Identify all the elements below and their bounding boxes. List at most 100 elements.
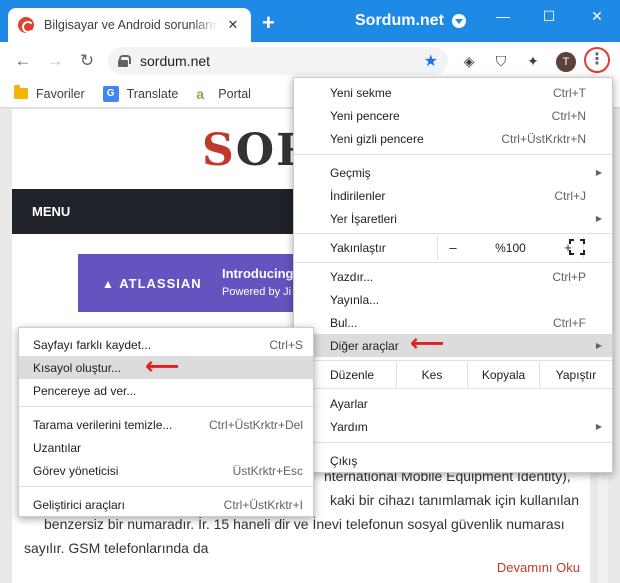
site-menu-label[interactable]: MENU	[32, 204, 70, 219]
bookmark-portal[interactable]: a Portal	[196, 87, 251, 101]
submenu-dev-tools[interactable]: Geliştirici araçları Ctrl+ÜstKrktr+I	[19, 493, 313, 516]
minimize-button[interactable]: —	[488, 8, 518, 24]
menu-label: Geliştirici araçları	[33, 497, 126, 512]
menu-separator	[294, 360, 612, 361]
title-bar: Bilgisayar ve Android sorunlarına çözüm …	[0, 0, 620, 42]
menu-label: Yer İşaretleri	[330, 211, 397, 226]
forward-button[interactable]: →	[44, 50, 66, 72]
new-tab-button[interactable]: +	[262, 12, 275, 34]
menu-find[interactable]: Bul... Ctrl+F	[294, 311, 612, 334]
menu-label: Yazdır...	[330, 269, 374, 284]
read-more-link[interactable]: Devamını Oku	[497, 560, 580, 575]
annotation-arrow-icon: ⟵	[145, 353, 180, 380]
menu-separator	[294, 154, 612, 155]
menu-settings[interactable]: Ayarlar	[294, 392, 612, 415]
google-translate-icon: G	[102, 85, 119, 102]
menu-label: Yayınla...	[330, 292, 380, 307]
menu-shortcut: Ctrl+P	[552, 269, 586, 284]
folder-icon	[14, 85, 28, 99]
url-text[interactable]: sordum.net	[140, 53, 424, 69]
tab-close-icon[interactable]: ✕	[225, 17, 241, 33]
menu-shortcut: Ctrl+F	[553, 315, 586, 330]
menu-cast[interactable]: Yayınla...	[294, 288, 612, 311]
browser-toolbar: ← → ↻ sordum.net ★ ◈ ⛉ ✦ T ⋮	[0, 42, 620, 80]
menu-shortcut: Ctrl+N	[551, 108, 586, 123]
menu-label: Diğer araçlar	[330, 338, 399, 353]
submenu-clear-data[interactable]: Tarama verilerini temizle... Ctrl+ÜstKrk…	[19, 413, 313, 436]
menu-print[interactable]: Yazdır... Ctrl+P	[294, 265, 612, 288]
menu-label: Çıkış	[330, 453, 358, 468]
bookmark-label: Portal	[218, 86, 251, 101]
extensions-puzzle-icon[interactable]: ✦	[524, 52, 542, 70]
fullscreen-icon[interactable]	[569, 239, 585, 255]
logo-letter: S	[202, 125, 236, 176]
menu-shortcut: Ctrl+T	[553, 85, 586, 100]
profile-avatar[interactable]: T	[556, 52, 576, 72]
menu-shortcut: Ctrl+ÜstKrktr+N	[501, 131, 586, 146]
address-bar[interactable]: sordum.net ★	[108, 47, 448, 75]
bookmark-label: Favoriler	[36, 86, 85, 101]
menu-new-window[interactable]: Yeni pencere Ctrl+N	[294, 104, 612, 127]
back-button[interactable]: ←	[12, 50, 34, 72]
menu-shortcut: Ctrl+J	[554, 188, 586, 203]
edit-label: Düzenle	[330, 367, 375, 382]
menu-separator	[294, 388, 612, 389]
bookmark-star-icon[interactable]: ★	[424, 51, 438, 71]
menu-edit-row: Düzenle Kes Kopyala Yapıştır	[294, 362, 612, 387]
menu-new-tab[interactable]: Yeni sekme Ctrl+T	[294, 81, 612, 104]
menu-label: Yeni pencere	[330, 108, 400, 123]
ad-brand: ATLASSIAN	[102, 276, 202, 291]
chrome-menu-button[interactable]: ⋮	[584, 47, 610, 73]
tab-title: Bilgisayar ve Android sorunlarına çözüm	[44, 18, 219, 32]
tab-search-icon[interactable]	[451, 14, 466, 28]
maximize-button[interactable]: ☐	[534, 8, 564, 25]
menu-more-tools[interactable]: Diğer araçlar	[294, 334, 612, 357]
menu-label: Görev yöneticisi	[33, 463, 119, 478]
menu-shortcut: Ctrl+S	[269, 337, 303, 352]
close-window-button[interactable]: ✕	[582, 8, 612, 25]
menu-label: Geçmiş	[330, 165, 371, 180]
brand-label: Sordum.net	[355, 12, 444, 29]
lock-icon[interactable]	[118, 55, 131, 67]
bookmark-favoriler[interactable]: Favoriler	[14, 85, 85, 101]
chrome-main-menu: Yeni sekme Ctrl+T Yeni pencere Ctrl+N Ye…	[293, 77, 613, 473]
reload-button[interactable]: ↻	[76, 50, 98, 72]
menu-incognito[interactable]: Yeni gizli pencere Ctrl+ÜstKrktr+N	[294, 127, 612, 150]
layers-extension-icon[interactable]: ◈	[460, 52, 478, 70]
menu-label: Tarama verilerini temizle...	[33, 417, 173, 432]
menu-exit[interactable]: Çıkış	[294, 449, 612, 472]
menu-label: İndirilenler	[330, 188, 386, 203]
ublock-extension-icon[interactable]: ⛉	[492, 52, 510, 70]
menu-shortcut: ÜstKrktr+Esc	[232, 463, 303, 478]
menu-zoom-row: Yakınlaştır – %100 +	[294, 236, 612, 259]
annotation-arrow-icon: ⟵	[410, 330, 445, 357]
submenu-name-window[interactable]: Pencereye ad ver...	[19, 379, 313, 402]
menu-label: Pencereye ad ver...	[33, 383, 137, 398]
submenu-task-manager[interactable]: Görev yöneticisi ÜstKrktr+Esc	[19, 459, 313, 482]
menu-shortcut: Ctrl+ÜstKrktr+I	[223, 497, 303, 512]
bookmark-label: Translate	[126, 86, 179, 101]
atlassian-ad-banner[interactable]: ATLASSIAN Introducing Powered by Ji	[78, 254, 308, 312]
zoom-label: Yakınlaştır	[330, 240, 386, 255]
bookmark-translate[interactable]: G Translate	[102, 85, 179, 102]
zoom-out-button[interactable]: –	[438, 240, 468, 255]
menu-separator	[294, 442, 612, 443]
menu-label: Yardım	[330, 419, 368, 434]
menu-separator	[294, 233, 612, 234]
zoom-controls: – %100 +	[437, 236, 584, 259]
menu-history[interactable]: Geçmiş	[294, 161, 612, 184]
browser-tab[interactable]: Bilgisayar ve Android sorunlarına çözüm …	[8, 8, 251, 42]
menu-label: Ayarlar	[330, 396, 368, 411]
copy-button[interactable]: Kopyala	[467, 362, 539, 387]
site-favicon-icon	[18, 17, 34, 33]
menu-label: Yeni sekme	[330, 85, 392, 100]
menu-downloads[interactable]: İndirilenler Ctrl+J	[294, 184, 612, 207]
submenu-extensions[interactable]: Uzantılar	[19, 436, 313, 459]
menu-separator	[19, 486, 313, 487]
cut-button[interactable]: Kes	[396, 362, 467, 387]
menu-help[interactable]: Yardım	[294, 415, 612, 438]
menu-label: Sayfayı farklı kaydet...	[33, 337, 152, 352]
paste-button[interactable]: Yapıştır	[539, 362, 612, 387]
article-line: sayılır. GSM telefonlarında da	[24, 540, 209, 556]
menu-bookmarks[interactable]: Yer İşaretleri	[294, 207, 612, 230]
